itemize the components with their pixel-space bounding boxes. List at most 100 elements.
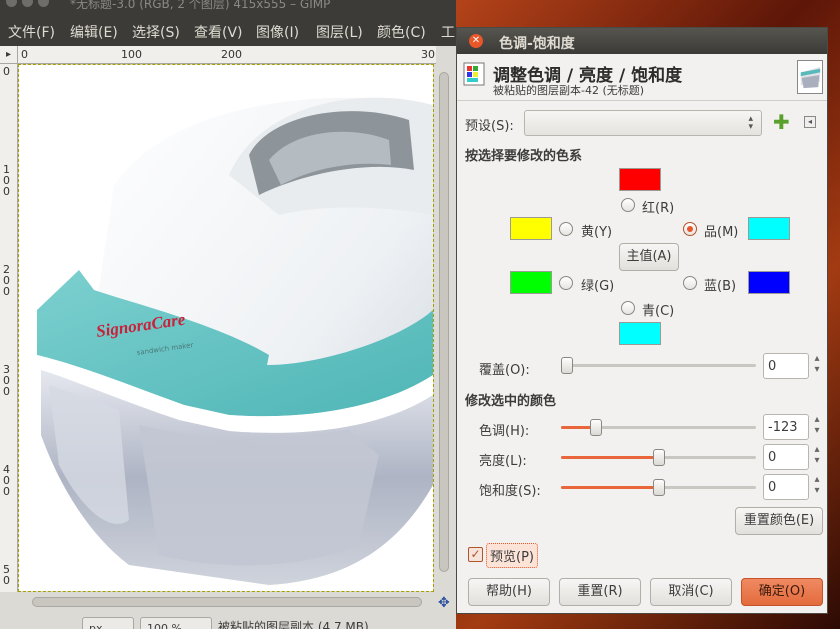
menu-file[interactable]: 文件(F) [8,22,55,42]
slider-handle[interactable] [590,419,602,436]
saturation-slider[interactable] [561,479,756,496]
reset-color-button[interactable]: 重置颜色(E) [735,507,823,535]
radio-magenta[interactable] [683,222,697,236]
radio-yellow-label[interactable]: 黄(Y) [581,221,612,240]
menu-select[interactable]: 选择(S) [132,22,180,42]
master-button[interactable]: 主值(A) [619,243,679,271]
menu-image[interactable]: 图像(I) [256,22,299,42]
magenta-swatch [748,217,790,240]
section-select-color: 按选择要修改的色系 [465,149,583,164]
ruler-tick: 100 [121,48,142,61]
preset-combo[interactable]: ▴ ▾ [524,110,762,136]
reset-button[interactable]: 重置(R) [559,578,641,606]
preview-label[interactable]: 预览(P) [486,543,538,568]
separator [457,100,827,101]
horizontal-scrollbar[interactable] [18,594,436,610]
radio-green-label[interactable]: 绿(G) [581,275,614,294]
image-canvas[interactable]: SignoraCare sandwich maker [18,64,434,592]
horizontal-ruler[interactable]: 0 100 200 30 [18,46,436,64]
ruler-tick: 0 [3,65,10,78]
slider-handle[interactable] [653,449,665,466]
saturation-spin[interactable]: 0 [763,474,809,500]
quick-mask-corner[interactable]: ▸ [0,46,18,64]
status-text: 被粘贴的图层副本 (4.7 MB) [218,620,369,629]
navigate-icon[interactable]: ✥ [438,595,450,611]
menu-layer[interactable]: 图层(L) [316,22,363,42]
menu-view[interactable]: 查看(V) [194,22,243,42]
cancel-button[interactable]: 取消(C) [650,578,732,606]
gimp-titlebar: *无标题-3.0 (RGB, 2 个图层) 415x555 – GIMP [0,0,456,14]
close-window-icon[interactable] [6,0,17,7]
radio-magenta-label[interactable]: 品(M) [704,221,738,240]
vertical-scrollbar[interactable] [437,64,451,592]
ruler-tick: 200 [221,48,242,61]
scrollbar-thumb[interactable] [32,597,422,607]
radio-green[interactable] [559,276,573,290]
radio-yellow[interactable] [559,222,573,236]
ruler-tick: 3 0 0 [3,363,10,398]
vertical-ruler[interactable]: 0 1 0 0 2 0 0 3 0 0 4 0 0 5 0 [0,64,18,592]
ruler-tick: 30 [421,48,435,61]
scrollbar-thumb[interactable] [439,72,449,572]
lightness-slider[interactable] [561,449,756,466]
lightness-label: 亮度(L): [479,454,527,469]
radio-red[interactable] [621,198,635,212]
lightness-spin[interactable]: 0 [763,444,809,470]
preset-label: 预设(S): [465,119,514,134]
menu-edit[interactable]: 编辑(E) [70,22,118,42]
red-swatch [619,168,661,191]
ok-button[interactable]: 确定(O) [741,578,823,606]
combo-arrows-icon: ▴ ▾ [748,114,753,132]
hue-slider[interactable] [561,419,756,436]
status-bar: px 100 % 被粘贴的图层副本 (4.7 MB) [0,612,456,629]
hue-saturation-dialog: ✕ 色调-饱和度 调整色调 / 亮度 / 饱和度 被粘贴的图层副本-42 (无标… [456,27,828,614]
radio-cyan[interactable] [621,301,635,315]
close-icon[interactable]: ✕ [469,34,483,48]
unit-select[interactable]: px [82,617,134,629]
overlap-label: 覆盖(O): [479,363,530,378]
ruler-tick: 5 0 [3,563,10,587]
dialog-titlebar[interactable]: ✕ 色调-饱和度 [457,28,827,54]
overlap-spin[interactable]: 0 [763,353,809,379]
spin-arrows-icon[interactable]: ▴ ▾ [810,444,824,470]
blue-swatch [748,271,790,294]
menu-colors[interactable]: 颜色(C) [377,22,426,42]
cyan-swatch [619,322,661,345]
spin-arrows-icon[interactable]: ▴ ▾ [810,414,824,440]
menu-tools[interactable]: 工 [441,22,455,42]
yellow-swatch [510,217,552,240]
ruler-tick: 1 0 0 [3,163,10,198]
gimp-image-window: *无标题-3.0 (RGB, 2 个图层) 415x555 – GIMP 文件(… [0,0,456,629]
overlap-slider[interactable] [561,357,756,374]
slider-handle[interactable] [653,479,665,496]
layer-thumbnail [797,60,823,94]
slider-fill [561,456,659,459]
saturation-label: 饱和度(S): [479,484,541,499]
zoom-select[interactable]: 100 % [140,617,212,629]
ruler-tick: 2 0 0 [3,263,10,298]
radio-blue-label[interactable]: 蓝(B) [704,275,736,294]
minimize-window-icon[interactable] [22,0,33,7]
radio-cyan-label[interactable]: 青(C) [642,300,674,319]
radio-red-label[interactable]: 红(R) [642,197,674,216]
ruler-tick: 4 0 0 [3,463,10,498]
spin-arrows-icon[interactable]: ▴ ▾ [810,353,824,379]
ruler-tick: 0 [21,48,28,61]
section-modify-color: 修改选中的颜色 [465,394,557,409]
hue-label: 色调(H): [479,424,530,439]
gimp-window-title: *无标题-3.0 (RGB, 2 个图层) 415x555 – GIMP [70,0,331,11]
slider-handle[interactable] [561,357,573,374]
dialog-title: 色调-饱和度 [499,36,575,52]
gimp-menubar: 文件(F) 编辑(E) 选择(S) 查看(V) 图像(I) 图层(L) 颜色(C… [0,14,456,46]
maximize-window-icon[interactable] [38,0,49,7]
preview-checkbox[interactable]: ✓ [468,547,483,562]
add-preset-icon[interactable]: ✚ [773,112,790,132]
radio-blue[interactable] [683,276,697,290]
green-swatch [510,271,552,294]
slider-fill [561,486,659,489]
hue-saturation-icon [463,62,485,86]
preset-menu-icon[interactable]: ◂ [804,116,816,128]
hue-spin[interactable]: -123 [763,414,809,440]
spin-arrows-icon[interactable]: ▴ ▾ [810,474,824,500]
help-button[interactable]: 帮助(H) [468,578,550,606]
